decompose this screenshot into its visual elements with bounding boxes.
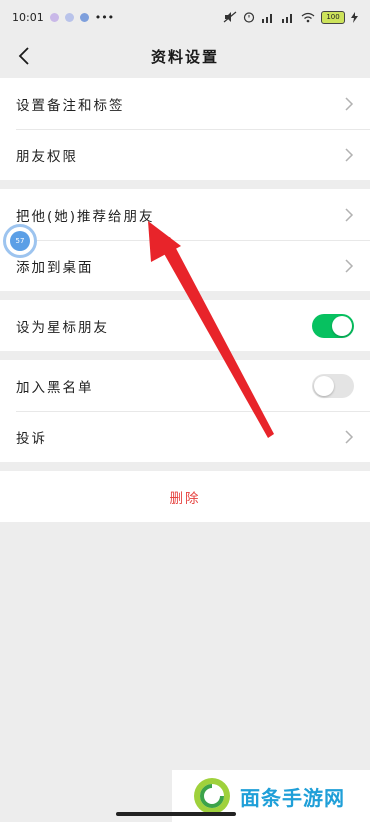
nav-header: 资料设置 bbox=[0, 34, 370, 78]
status-bar: 10:01 ••• 100 bbox=[0, 0, 370, 34]
app-notification-icon-2 bbox=[64, 12, 74, 22]
more-notifications-icon: ••• bbox=[94, 10, 115, 24]
row-label: 朋友权限 bbox=[16, 148, 78, 165]
alarm-icon bbox=[243, 12, 255, 23]
watermark-logo-icon bbox=[194, 778, 230, 814]
row-recommend-to-friend[interactable]: 把他(她)推荐给朋友 bbox=[0, 189, 370, 240]
toggle-knob bbox=[332, 315, 352, 336]
status-time: 10:01 bbox=[12, 10, 44, 24]
signal-icon-2 bbox=[282, 13, 292, 23]
delete-group: 删除 bbox=[0, 471, 370, 522]
toggle-knob bbox=[314, 375, 334, 396]
app-notification-icon-3 bbox=[79, 12, 89, 22]
back-button[interactable] bbox=[10, 42, 38, 70]
settings-group-4: 加入黑名单 投诉 bbox=[0, 360, 370, 462]
floating-bubble-icon: 57 bbox=[10, 231, 30, 251]
wifi-icon bbox=[301, 12, 315, 22]
app-notification-icon bbox=[49, 12, 59, 22]
page-title: 资料设置 bbox=[150, 47, 219, 66]
chevron-right-icon bbox=[345, 147, 354, 162]
chevron-right-icon bbox=[345, 96, 354, 111]
row-label: 添加到桌面 bbox=[16, 259, 94, 276]
row-label: 把他(她)推荐给朋友 bbox=[16, 208, 155, 225]
delete-label: 删除 bbox=[169, 490, 201, 507]
chevron-right-icon bbox=[345, 258, 354, 273]
blacklist-toggle[interactable] bbox=[312, 373, 354, 398]
chevron-right-icon bbox=[345, 207, 354, 222]
row-add-to-blacklist: 加入黑名单 bbox=[0, 360, 370, 411]
home-indicator[interactable] bbox=[116, 812, 236, 816]
charging-icon bbox=[351, 11, 358, 23]
mute-icon bbox=[223, 11, 237, 23]
row-add-to-desktop[interactable]: 添加到桌面 bbox=[0, 240, 370, 291]
floating-assistant-bubble[interactable]: 57 bbox=[3, 224, 37, 258]
row-star-friend: 设为星标朋友 bbox=[0, 300, 370, 351]
delete-button[interactable]: 删除 bbox=[0, 471, 370, 522]
row-complain[interactable]: 投诉 bbox=[0, 411, 370, 462]
row-set-remark-tags[interactable]: 设置备注和标签 bbox=[0, 78, 370, 129]
chevron-right-icon bbox=[345, 429, 354, 444]
row-label: 加入黑名单 bbox=[16, 379, 94, 396]
watermark-text: 面条手游网 bbox=[240, 785, 345, 810]
row-label: 投诉 bbox=[16, 430, 47, 447]
battery-icon: 100 bbox=[321, 10, 345, 24]
settings-group-1: 设置备注和标签 朋友权限 bbox=[0, 78, 370, 180]
star-friend-toggle[interactable] bbox=[312, 313, 354, 338]
settings-group-3: 设为星标朋友 bbox=[0, 300, 370, 351]
row-label: 设为星标朋友 bbox=[16, 319, 109, 336]
row-label: 设置备注和标签 bbox=[16, 97, 125, 114]
signal-icon bbox=[262, 13, 272, 23]
settings-group-2: 把他(她)推荐给朋友 添加到桌面 bbox=[0, 189, 370, 291]
row-friend-permissions[interactable]: 朋友权限 bbox=[0, 129, 370, 180]
chevron-left-icon bbox=[18, 47, 29, 65]
